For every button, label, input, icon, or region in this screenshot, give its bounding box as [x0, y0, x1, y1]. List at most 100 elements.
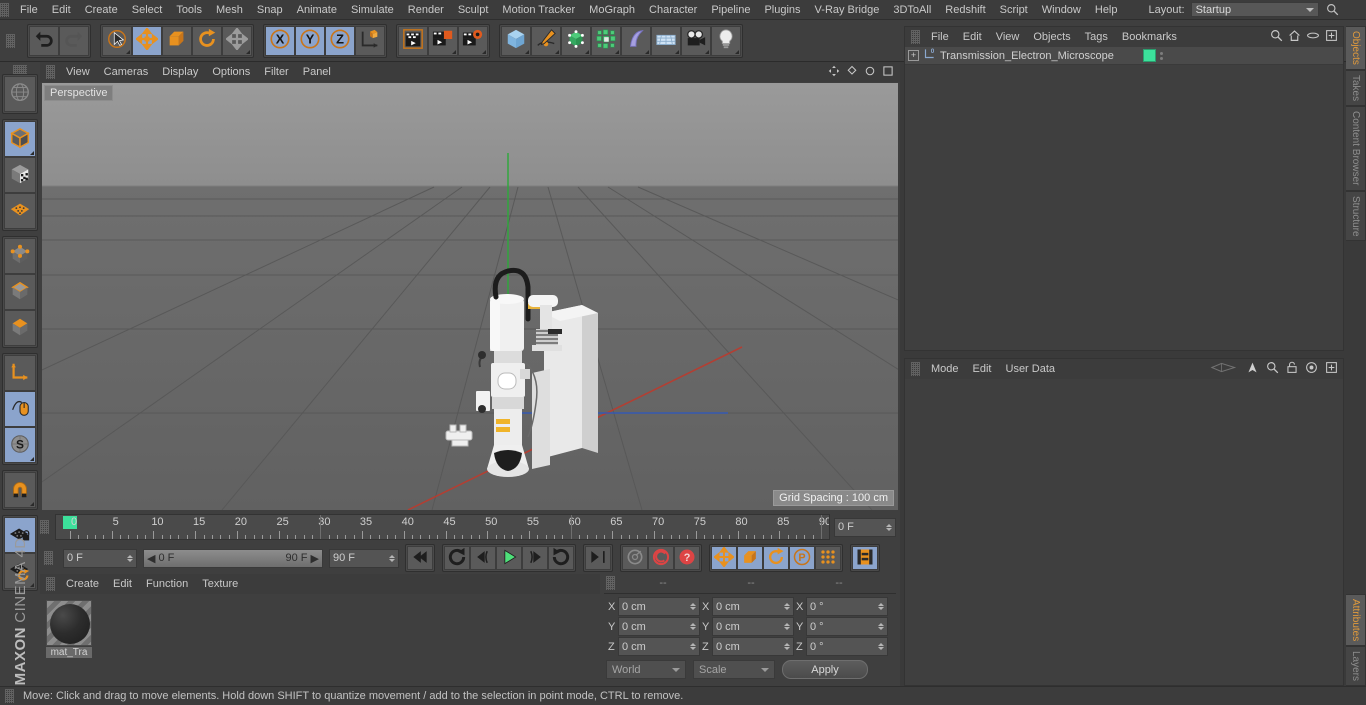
range-left-arrow-icon[interactable]: ◀	[147, 552, 155, 565]
viewport-rotate-icon[interactable]	[864, 65, 876, 80]
move-button[interactable]	[132, 25, 162, 56]
attributes-menu-user-data[interactable]: User Data	[999, 359, 1063, 379]
undo-button[interactable]	[29, 25, 59, 56]
record-key-button[interactable]	[622, 546, 648, 570]
menu-v-ray-bridge[interactable]: V-Ray Bridge	[808, 0, 887, 20]
go-to-end-button[interactable]	[585, 546, 611, 570]
key-scale-button[interactable]	[737, 546, 763, 570]
end-frame-field[interactable]: 90 F	[329, 548, 399, 568]
menubar-gripper[interactable]	[0, 2, 9, 17]
rotation-field-x-spinner[interactable]	[878, 603, 884, 610]
scale-button[interactable]	[162, 25, 192, 56]
attributes-menu-edit[interactable]: Edit	[966, 359, 999, 379]
floor-environment-button[interactable]	[651, 25, 681, 56]
apply-button[interactable]: Apply	[782, 660, 868, 679]
tab-layers[interactable]: Layers	[1346, 645, 1366, 686]
render-view-button[interactable]	[398, 25, 428, 56]
tab-objects[interactable]: Objects	[1346, 26, 1366, 70]
axis-mode-button[interactable]	[4, 355, 36, 391]
light-button[interactable]	[711, 25, 741, 56]
menu-snap[interactable]: Snap	[250, 0, 290, 20]
target-icon[interactable]	[1305, 361, 1318, 377]
material-menu-create[interactable]: Create	[59, 574, 106, 594]
bend-deformer-button[interactable]	[621, 25, 651, 56]
render-settings-button[interactable]	[458, 25, 488, 56]
timeline-gripper[interactable]	[40, 520, 49, 534]
menu-3dtoall[interactable]: 3DToAll	[886, 0, 938, 20]
step-back-keyframe-button[interactable]	[444, 546, 470, 570]
object-row[interactable]: +0 Transmission_Electron_Microscope	[905, 47, 1343, 65]
texture-mode-button[interactable]	[4, 157, 36, 193]
viewport-menu-filter[interactable]: Filter	[257, 62, 295, 82]
rotation-field-x[interactable]: 0 °	[806, 597, 888, 616]
snap-enable-button[interactable]: S	[4, 427, 36, 463]
polygon-face-mode-button[interactable]	[4, 310, 36, 346]
pin-arrow-icon[interactable]	[1246, 361, 1259, 377]
make-editable-button[interactable]	[4, 76, 36, 112]
menu-create[interactable]: Create	[78, 0, 125, 20]
x-axis-button[interactable]: X	[265, 25, 295, 56]
menu-motion-tracker[interactable]: Motion Tracker	[495, 0, 582, 20]
object-menu-file[interactable]: File	[924, 27, 956, 47]
preview-range-bar[interactable]: ◀ 0 F 90 F ▶	[143, 548, 323, 568]
redo-button[interactable]	[59, 25, 89, 56]
keyframe-selection-button[interactable]: ?	[674, 546, 700, 570]
size-field-x-spinner[interactable]	[784, 603, 790, 610]
menu-plugins[interactable]: Plugins	[757, 0, 807, 20]
menu-mograph[interactable]: MoGraph	[582, 0, 642, 20]
add-layer-icon[interactable]	[1325, 29, 1338, 45]
viewport-menu-panel[interactable]: Panel	[296, 62, 338, 82]
key-position-button[interactable]	[711, 545, 737, 570]
position-field-z[interactable]: 0 cm	[618, 637, 700, 656]
edge-mode-button[interactable]	[4, 274, 36, 310]
timeline-ruler[interactable]: 0 5 10 15 20 25 30 35 40 45 50 55 60 65 70 75 80 85 90	[55, 514, 830, 540]
viewport-menu-view[interactable]: View	[59, 62, 97, 82]
tab-structure[interactable]: Structure	[1346, 190, 1366, 242]
layout-select[interactable]: Startup	[1190, 2, 1319, 17]
menu-edit[interactable]: Edit	[45, 0, 78, 20]
menu-script[interactable]: Script	[993, 0, 1035, 20]
tab-takes[interactable]: Takes	[1346, 69, 1366, 107]
menu-sculpt[interactable]: Sculpt	[451, 0, 496, 20]
expand-toggle-icon[interactable]: +	[908, 50, 919, 61]
coordinates-gripper[interactable]	[606, 576, 615, 590]
world-coordinate-button[interactable]	[355, 25, 385, 56]
material-chip[interactable]: mat_Tra	[46, 600, 92, 658]
size-field-z[interactable]: 0 cm	[712, 637, 794, 656]
live-selection-button[interactable]	[102, 25, 132, 56]
lock-icon[interactable]	[1286, 361, 1298, 377]
play-button[interactable]	[496, 546, 522, 570]
attributes-manager-gripper[interactable]	[911, 362, 920, 376]
timeline-frame-field[interactable]: 0 F	[834, 517, 896, 537]
rotation-field-y-spinner[interactable]	[878, 623, 884, 630]
go-to-start-button[interactable]	[407, 546, 433, 570]
viewport-maximize-icon[interactable]	[882, 65, 894, 80]
object-menu-view[interactable]: View	[989, 27, 1027, 47]
move-alt-button[interactable]	[222, 25, 252, 56]
rotate-button[interactable]	[192, 25, 222, 56]
menu-simulate[interactable]: Simulate	[344, 0, 401, 20]
menu-pipeline[interactable]: Pipeline	[704, 0, 757, 20]
rotation-field-z[interactable]: 0 °	[806, 637, 888, 656]
history-arrow-icon[interactable]	[1209, 361, 1239, 377]
viewport-move-icon[interactable]	[828, 65, 840, 80]
timeline-frame-spinner[interactable]	[886, 523, 892, 531]
menu-file[interactable]: File	[13, 0, 45, 20]
material-menu-texture[interactable]: Texture	[195, 574, 245, 594]
menu-redshift[interactable]: Redshift	[938, 0, 992, 20]
object-menu-tags[interactable]: Tags	[1078, 27, 1115, 47]
viewport-solo-button[interactable]	[4, 391, 36, 427]
tab-content-browser[interactable]: Content Browser	[1346, 106, 1366, 191]
key-rotation-button[interactable]	[763, 546, 789, 570]
viewport-menu-display[interactable]: Display	[155, 62, 205, 82]
current-frame-field[interactable]: 0 F	[63, 548, 137, 568]
material-manager-gripper[interactable]	[46, 577, 55, 591]
coordinate-mode-select[interactable]: Scale	[693, 660, 775, 679]
spline-pen-button[interactable]	[531, 25, 561, 56]
add-icon[interactable]	[1325, 361, 1338, 377]
menu-tools[interactable]: Tools	[169, 0, 209, 20]
key-pla-button[interactable]	[815, 546, 841, 570]
viewport-menu-cameras[interactable]: Cameras	[97, 62, 156, 82]
y-axis-button[interactable]: Y	[295, 25, 325, 56]
model-transmission-electron-microscope[interactable]	[432, 243, 632, 493]
